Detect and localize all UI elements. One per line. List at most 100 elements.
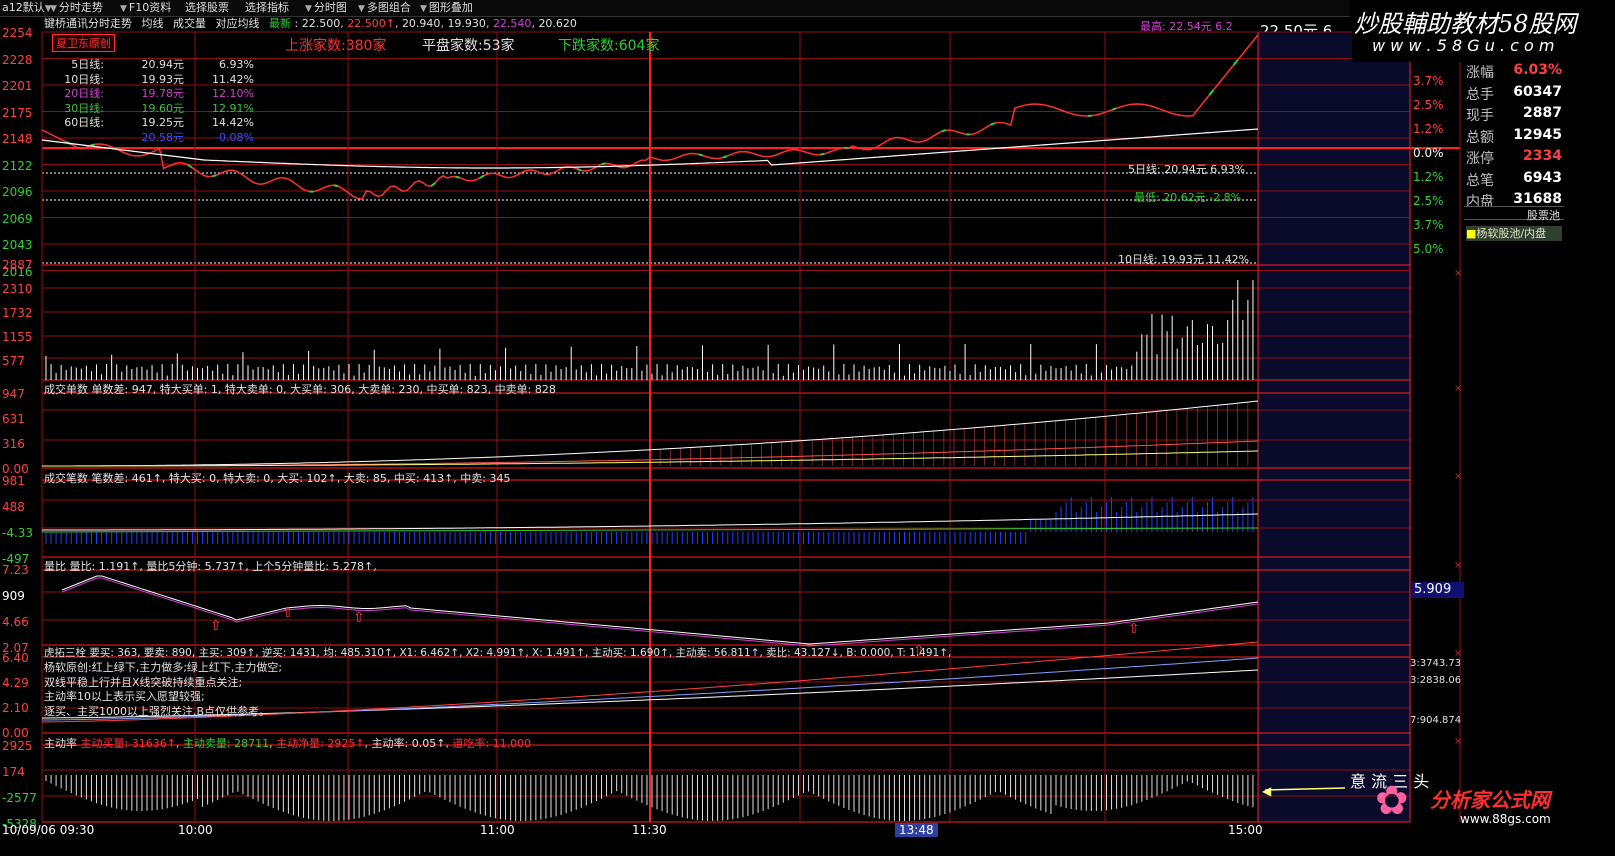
watermark-box: 炒股輔助教材58股网 w w w . 5 8 G u . c o m <box>1352 2 1615 62</box>
side-row: 总额 12945 <box>1464 127 1564 148</box>
vr-line-5min <box>61 577 1259 647</box>
up-count: 上涨家数:380家 <box>285 38 387 54</box>
side-row-key: 总额 <box>1466 129 1494 146</box>
trades-axis-label: 981 <box>2 474 25 488</box>
panel-close-icon: × <box>1454 560 1462 571</box>
side-row: 总手 60347 <box>1464 84 1564 105</box>
orders-axis-label: 947 <box>2 387 25 401</box>
price-axis-right-label: 3.7% <box>1413 74 1444 88</box>
vr-axis-label: 4.66 <box>2 615 29 629</box>
price-down-segment <box>820 152 825 156</box>
price-down-segment <box>333 184 339 188</box>
side-row-value: 31688 <box>1513 191 1562 207</box>
tiger-axis-label: 4.29 <box>2 676 29 690</box>
tiger-right-value: 7:904.874 <box>1410 715 1462 726</box>
panel-close-icon: × <box>1454 383 1462 394</box>
orders-axis-label: 316 <box>2 437 25 451</box>
side-row: 涨停 2334 <box>1464 148 1564 169</box>
tiger-right-value: 3:3743.73 <box>1410 658 1462 669</box>
price-down-segment <box>430 182 436 187</box>
price-down-segment <box>722 155 728 159</box>
ma-row-price: 20.58元 <box>141 130 185 144</box>
price-down-segment <box>941 129 947 133</box>
watermark-title: 炒股輔助教材58股网 <box>1354 10 1577 38</box>
active-axis-label: 2925 <box>2 739 33 753</box>
price-axis-left-label: 2148 <box>2 132 33 146</box>
price-down-segment <box>698 153 703 157</box>
trades-axis-label: 488 <box>2 500 25 514</box>
price-down-segment <box>1111 107 1117 111</box>
side-row: 涨幅 6.03% <box>1464 62 1564 83</box>
price-down-segment <box>211 174 217 178</box>
panel-close-icon: × <box>1454 471 1462 482</box>
down-count: 下跌家数:604家 <box>558 38 660 54</box>
price-down-segment <box>576 167 582 172</box>
tiger-axis-label: 0.00 <box>2 726 29 740</box>
indicator-panels: ⇧⇧ ⇧⇧⇧◀ <box>41 400 1346 821</box>
side-row-value: 2887 <box>1523 105 1562 121</box>
vr-axis-label: 909 <box>2 589 25 603</box>
volume-axis-label: 577 <box>2 354 25 368</box>
time-axis-label: 10/09/06 09:30 <box>2 823 95 837</box>
tiger-axis-label: 6.40 <box>2 651 29 665</box>
active-axis-label: 174 <box>2 765 25 779</box>
tiger-panel-title: 虎拓三栓 要买: 363, 要卖: 890, 主买: 309↑, 逆买: 143… <box>44 647 952 659</box>
side-row-value: 6943 <box>1523 169 1562 186</box>
volume-axis-label: 1732 <box>2 306 33 320</box>
vr-axis-label: 7.23 <box>2 563 29 577</box>
vr-panel-title: 量比 量比: 1.191↑, 量比5分钟: 5.737↑, 上个5分钟量比: 5… <box>44 560 377 573</box>
buy-signal-arrow-icon: ⇧ <box>210 618 222 634</box>
side-row: 总笔 6943 <box>1464 170 1564 191</box>
price-down-segment <box>1208 89 1215 96</box>
buy-signal-arrow-icon: ⇧ <box>353 610 365 626</box>
flower-logo-icon: ✿ <box>1375 778 1409 824</box>
buy-signal-arrow-icon: ⇧ <box>1128 621 1140 637</box>
side-row-key: 涨幅 <box>1466 65 1494 81</box>
price-axis-right-label: 0.0% <box>1413 146 1444 160</box>
flat-count: 平盘家数:53家 <box>422 38 515 54</box>
side-row-value: 6.03% <box>1513 62 1562 78</box>
low-annotation: 最低: 20.62元 -2.8% <box>1134 191 1242 204</box>
vr-line <box>61 575 1259 645</box>
ma5-annotation: 5日线: 20.94元 6.93% <box>1128 163 1246 176</box>
side-row-key: 总手 <box>1466 86 1494 103</box>
price-axis-right-label: 1.2% <box>1413 170 1444 184</box>
price-axis-right-label: 2.5% <box>1413 194 1444 208</box>
after-hours-area <box>1258 32 1410 822</box>
time-axis-label: 15:00 <box>1228 823 1263 837</box>
side-row: 现手 2887 <box>1464 105 1564 126</box>
volume-axis-label: 2887 <box>2 258 33 272</box>
buy-signal-arrow-icon: ⇧ <box>282 605 294 621</box>
watermark2-box: ✿ 分析家公式网 www.88gs.com <box>1375 778 1615 856</box>
orders-axis-label: 631 <box>2 412 25 426</box>
price-axis-right-label: 3.7% <box>1413 218 1444 232</box>
ma-row-pct: -0.08% <box>215 130 254 144</box>
price-axis-left-label: 2096 <box>2 185 33 199</box>
stock-pool-label[interactable]: 股票池 <box>1464 206 1564 222</box>
side-row-key: 总笔 <box>1466 172 1494 189</box>
price-axis-left-label: 2201 <box>2 79 33 93</box>
tiger-axis-label: 2.10 <box>2 701 29 715</box>
price-axis-right-label: 5.0% <box>1413 242 1444 256</box>
tiger-note-line: 逐买、主买1000以上强烈关注,B点仅供参考。 <box>44 704 271 718</box>
price-axis-left-label: 2175 <box>2 105 33 120</box>
time-axis-label: 11:30 <box>632 823 667 837</box>
ma-row-pct: 14.42% <box>212 116 254 129</box>
ma-row-pct: 6.93% <box>219 58 254 71</box>
panel-close-icon: × <box>1454 736 1462 747</box>
price-down-segment <box>990 122 995 126</box>
hint-arrow-icon: ◀ <box>1262 784 1272 798</box>
side-row-value: 60347 <box>1513 83 1562 100</box>
side-row-key: 现手 <box>1466 108 1494 124</box>
orders-panel-title: 成交单数 单数差: 947, 特大买单: 1, 特大卖单: 0, 大买单: 30… <box>44 383 556 396</box>
time-axis-label: 10:00 <box>178 823 213 837</box>
price-down-segment <box>90 143 95 147</box>
price-axis-left-label: 2228 <box>2 52 33 67</box>
side-row-value: 2334 <box>1523 148 1562 164</box>
tiger-right-value: 3:2838.06 <box>1410 675 1462 686</box>
price-down-segment <box>479 174 485 179</box>
vr-right-value: 5.909 <box>1412 582 1464 598</box>
price-axis-right-label: 1.2% <box>1413 122 1444 136</box>
stock-pool-item[interactable]: ■杨软股池/内盘 <box>1466 226 1562 241</box>
ma10-annotation: 10日线: 19.93元 11.42% <box>1118 253 1250 266</box>
